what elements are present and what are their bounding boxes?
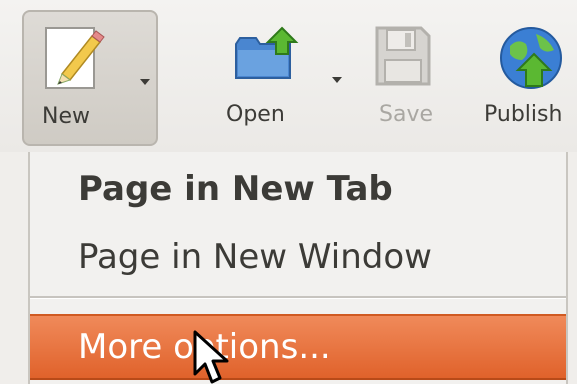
new-dropdown-menu: Page in New Tab Page in New Window More … — [28, 152, 568, 384]
toolbar: New Open Save Publish — [0, 0, 577, 152]
new-document-icon — [45, 27, 105, 89]
new-dropdown-arrow-icon[interactable] — [140, 79, 150, 85]
save-button[interactable]: Save — [365, 10, 455, 146]
mouse-pointer-icon — [193, 330, 229, 384]
open-button[interactable]: Open — [220, 10, 360, 146]
open-button-label: Open — [226, 102, 285, 127]
new-button[interactable]: New — [22, 10, 158, 146]
publish-button-label: Publish — [484, 102, 563, 127]
new-button-label: New — [42, 104, 90, 129]
menu-item-page-in-new-tab[interactable]: Page in New Tab — [30, 172, 566, 222]
menu-separator — [30, 296, 566, 299]
save-button-label: Save — [379, 102, 434, 127]
floppy-save-icon — [375, 26, 431, 86]
folder-open-icon — [235, 26, 299, 79]
menu-item-more-options[interactable]: More options... — [30, 314, 566, 380]
menu-item-page-in-new-window[interactable]: Page in New Window — [30, 240, 566, 290]
menu-item-label: Page in New Window — [78, 237, 432, 277]
menu-item-label: Page in New Tab — [78, 169, 393, 209]
publish-button[interactable]: Publish — [478, 10, 577, 146]
open-dropdown-arrow-icon[interactable] — [332, 77, 342, 83]
globe-publish-icon — [500, 27, 562, 89]
